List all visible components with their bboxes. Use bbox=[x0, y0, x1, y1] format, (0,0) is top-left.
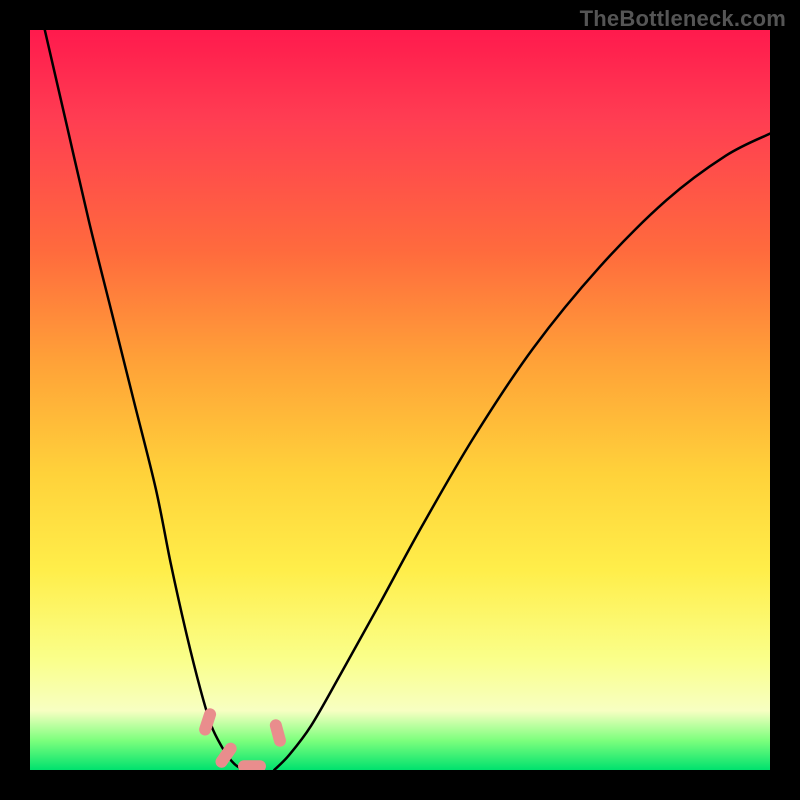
right-curve bbox=[274, 134, 770, 770]
marker-layer bbox=[198, 707, 288, 770]
right-marker-upper bbox=[268, 718, 287, 748]
curves-layer bbox=[30, 30, 770, 770]
plot-area bbox=[30, 30, 770, 770]
bottom-marker bbox=[238, 760, 266, 770]
left-curve bbox=[45, 30, 245, 770]
watermark-text: TheBottleneck.com bbox=[580, 6, 786, 32]
chart-frame: TheBottleneck.com bbox=[0, 0, 800, 800]
